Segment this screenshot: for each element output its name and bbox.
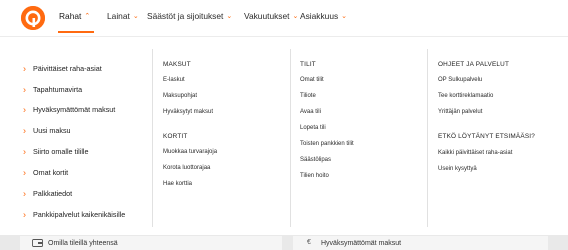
chevron-right-icon: › — [23, 167, 26, 178]
link-lopeta-tili[interactable]: Lopeta tili — [300, 125, 326, 131]
menu-item-uusi-maksu[interactable]: › Uusi maksu — [23, 125, 71, 136]
chevron-right-icon: › — [23, 84, 26, 95]
nav-item-saastot[interactable]: Säästöt ja sijoitukset ⌄ — [147, 11, 232, 21]
chevron-right-icon: › — [23, 146, 26, 157]
menu-item-paivittaiset[interactable]: › Päivittäiset raha-asiat — [23, 63, 102, 74]
column-divider — [152, 49, 153, 227]
euro-icon: € — [307, 239, 311, 246]
link-korota-luottorajaa[interactable]: Korota luottorajaa — [163, 165, 210, 171]
section-header-maksut: MAKSUT — [163, 61, 191, 68]
section-header-tilit: TILIT — [300, 61, 316, 68]
menu-item-palkkatiedot[interactable]: › Palkkatiedot — [23, 188, 72, 199]
chevron-up-icon: ⌃ — [84, 13, 91, 20]
link-yrittajan-palvelut[interactable]: Yrittäjän palvelut — [438, 109, 482, 115]
link-avaa-tili[interactable]: Avaa tili — [300, 109, 321, 115]
wallet-icon — [32, 239, 43, 249]
account-total-label: Omilla tileillä yhteensä — [48, 240, 118, 247]
pending-payments-label: Hyväksymättömät maksut — [321, 240, 402, 247]
chevron-right-icon: › — [23, 188, 26, 199]
link-tilien-hoito[interactable]: Tilien hoito — [300, 173, 329, 179]
chevron-down-icon: ⌄ — [341, 13, 348, 20]
nav-item-rahat[interactable]: Rahat ⌃ — [59, 11, 90, 21]
nav-item-asiakkuus[interactable]: Asiakkuus ⌄ — [300, 11, 347, 21]
link-muokkaa-turvarajoja[interactable]: Muokkaa turvarajoja — [163, 149, 217, 155]
nav-item-vakuutukset[interactable]: Vakuutukset ⌄ — [244, 11, 298, 21]
link-toisten-pankkien-tilit[interactable]: Toisten pankkien tilit — [300, 141, 354, 147]
chevron-right-icon: › — [23, 63, 26, 74]
mega-menu-panel: › Päivittäiset raha-asiat › Tapahtumavirta… — [0, 36, 568, 236]
chevron-down-icon: ⌄ — [132, 13, 139, 20]
link-hyvaksytyt-maksut[interactable]: Hyväksytyt maksut — [163, 109, 213, 115]
chevron-right-icon: › — [23, 209, 26, 220]
chevron-right-icon: › — [23, 104, 26, 115]
link-korttireklamaatio[interactable]: Tee korttireklamaatio — [438, 93, 493, 99]
chevron-right-icon: › — [23, 125, 26, 136]
section-header-kortit: KORTIT — [163, 133, 188, 140]
link-tiliote[interactable]: Tiliote — [300, 93, 316, 99]
section-header-ohjeet: OHJEET JA PALVELUT — [438, 61, 510, 68]
link-maksupohjat[interactable]: Maksupohjat — [163, 93, 197, 99]
chevron-down-icon: ⌄ — [292, 13, 299, 20]
menu-item-siirto[interactable]: › Siirto omalle tilille — [23, 146, 89, 157]
link-usein-kysyttya[interactable]: Usein kysyttyä — [438, 166, 477, 172]
chevron-down-icon: ⌄ — [226, 13, 233, 20]
section-header-etko: ETKÖ LÖYTÄNYT ETSIMÄÄSI? — [438, 133, 536, 140]
op-logo-icon[interactable] — [21, 6, 45, 30]
menu-item-hyvaksymattomat[interactable]: › Hyväksymättömät maksut — [23, 104, 115, 115]
link-hae-korttia[interactable]: Hae korttia — [163, 181, 192, 187]
link-e-laskut[interactable]: E-laskut — [163, 77, 185, 83]
column-divider — [427, 49, 428, 227]
active-tab-indicator — [58, 31, 94, 33]
link-kaikki-paivittaiset[interactable]: Kaikki päivittäiset raha-asiat — [438, 150, 512, 156]
link-op-sulkupalvelu[interactable]: OP Sulkupalvelu — [438, 77, 482, 83]
menu-item-tapahtumavirta[interactable]: › Tapahtumavirta — [23, 84, 82, 95]
menu-item-omat-kortit[interactable]: › Omat kortit — [23, 167, 68, 178]
top-navigation: Rahat ⌃ Lainat ⌄ Säästöt ja sijoitukset ⌄ V… — [0, 0, 568, 36]
nav-item-lainat[interactable]: Lainat ⌄ — [107, 11, 139, 21]
link-omat-tilit[interactable]: Omat tilit — [300, 77, 324, 83]
link-saastolipas[interactable]: Säästölipas — [300, 157, 331, 163]
menu-item-pankkipalvelut[interactable]: › Pankkipalvelut kaikenikäisille — [23, 209, 125, 220]
column-divider — [290, 49, 291, 227]
